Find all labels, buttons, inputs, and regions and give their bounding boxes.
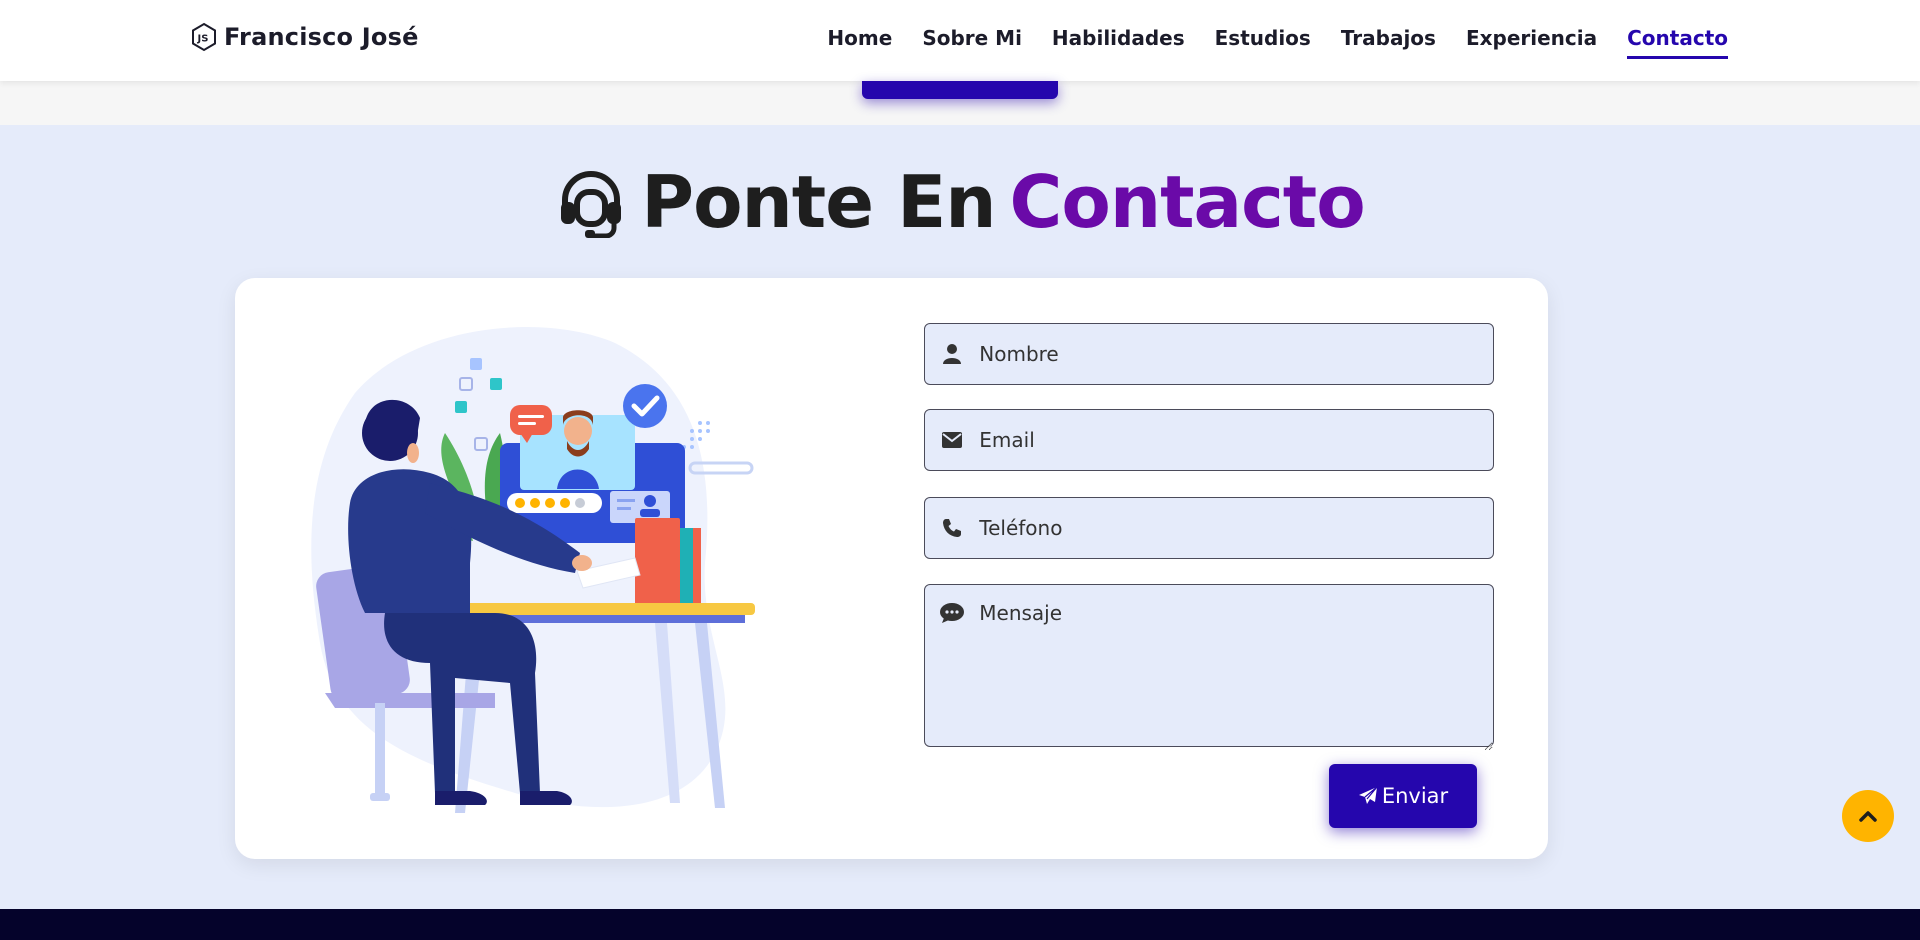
contact-heading: Ponte En Contacto	[0, 160, 1920, 244]
comment-icon	[925, 603, 979, 623]
email-field[interactable]	[924, 409, 1494, 471]
phone-icon	[925, 518, 979, 538]
phone-input[interactable]	[979, 516, 1493, 540]
nav-home[interactable]: Home	[827, 26, 892, 59]
message-input[interactable]	[979, 601, 1493, 751]
support-illustration	[311, 327, 755, 813]
send-button[interactable]: Enviar	[1329, 764, 1477, 828]
email-input[interactable]	[979, 428, 1493, 452]
nav-contacto[interactable]: Contacto	[1627, 26, 1728, 59]
name-input[interactable]	[979, 342, 1493, 366]
nav-trabajos[interactable]: Trabajos	[1341, 26, 1436, 59]
nav-sobre-mi[interactable]: Sobre Mi	[922, 26, 1022, 59]
user-icon	[925, 344, 979, 364]
brand-name: Francisco José	[224, 23, 419, 51]
scroll-to-top-button[interactable]	[1842, 790, 1894, 842]
paper-plane-icon	[1358, 786, 1378, 804]
contact-card: Enviar	[235, 278, 1548, 859]
envelope-icon	[925, 432, 979, 448]
send-button-label: Enviar	[1381, 784, 1449, 808]
footer	[0, 909, 1920, 940]
contact-heading-accent: Contacto	[1009, 160, 1366, 244]
svg-text:JS: JS	[197, 34, 209, 45]
chevron-up-icon	[1859, 811, 1877, 822]
previous-section-button[interactable]	[862, 81, 1058, 99]
message-field[interactable]	[924, 584, 1494, 751]
nav-habilidades[interactable]: Habilidades	[1052, 26, 1185, 59]
headset-icon	[561, 171, 622, 238]
main-nav: Home Sobre Mi Habilidades Estudios Traba…	[827, 26, 1728, 59]
contact-heading-text: Ponte En	[641, 160, 996, 244]
nav-experiencia[interactable]: Experiencia	[1466, 26, 1597, 59]
brand-logo-link[interactable]: JS Francisco José	[190, 22, 419, 52]
name-field[interactable]	[924, 323, 1494, 385]
nav-estudios[interactable]: Estudios	[1215, 26, 1311, 59]
site-header: JS Francisco José Home Sobre Mi Habilida…	[0, 0, 1920, 81]
nodejs-hexagon-icon: JS	[192, 22, 216, 52]
phone-field[interactable]	[924, 497, 1494, 559]
